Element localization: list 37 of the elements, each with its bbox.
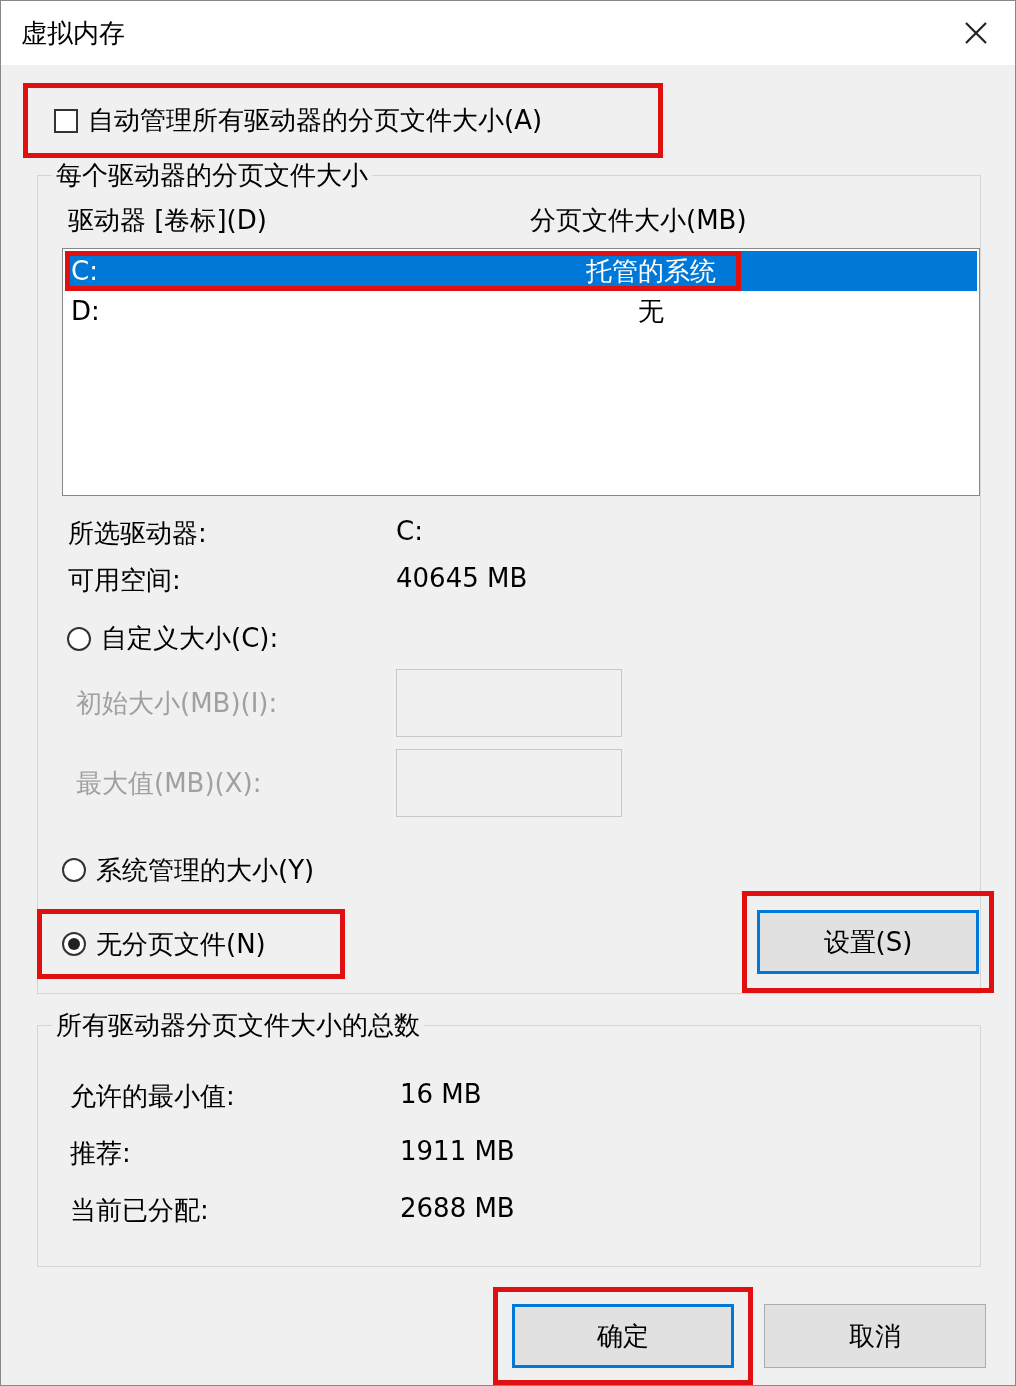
checkbox-label[interactable]: 自动管理所有驱动器的分页文件大小(A) [88,103,543,138]
list-row[interactable]: C: 托管的系统 [65,251,977,291]
radio-button[interactable] [67,626,91,651]
total-value: 1911 MB [400,1136,516,1168]
total-label: 当前已分配: [70,1194,210,1227]
drive-cell-text: C: [71,256,99,286]
column-header: 分页文件大小(MB) [530,204,748,237]
checkbox[interactable] [54,108,78,133]
set-button[interactable]: 设置(S) [757,910,979,974]
radio-label[interactable]: 自定义大小(C): [101,621,279,656]
radio-button[interactable] [62,858,86,882]
list-row[interactable]: D: 无 [65,291,977,331]
ok-button[interactable]: 确定 [512,1304,734,1368]
radio-label[interactable]: 无分页文件(N) [96,926,266,962]
total-value: 16 MB [400,1079,483,1111]
drive-cell-text: D: [71,296,101,326]
window-title: 虚拟内存 [21,16,125,50]
total-label: 允许的最小值: [70,1080,236,1113]
info-value: 40645 MB [396,563,529,595]
close-icon[interactable] [965,22,987,44]
size-cell-text: 托管的系统 [585,254,717,288]
info-label: 可用空间: [68,564,182,597]
field-label: 最大值(MB)(X): [76,766,263,800]
group-title: 所有驱动器分页文件大小的总数 [55,1009,421,1042]
input-field[interactable] [396,749,622,817]
group-title: 每个驱动器的分页文件大小 [55,159,369,192]
size-cell-text: 无 [637,294,665,328]
field-label: 初始大小(MB)(I): [76,686,279,720]
cancel-button[interactable]: 取消 [764,1304,986,1368]
input-field[interactable] [396,669,622,737]
radio-button[interactable] [62,932,86,956]
info-label: 所选驱动器: [68,517,208,550]
total-value: 2688 MB [400,1193,516,1225]
column-header: 驱动器 [卷标](D) [68,204,268,237]
total-label: 推荐: [70,1137,132,1170]
radio-label[interactable]: 系统管理的大小(Y) [96,852,315,888]
info-value: C: [396,516,424,548]
